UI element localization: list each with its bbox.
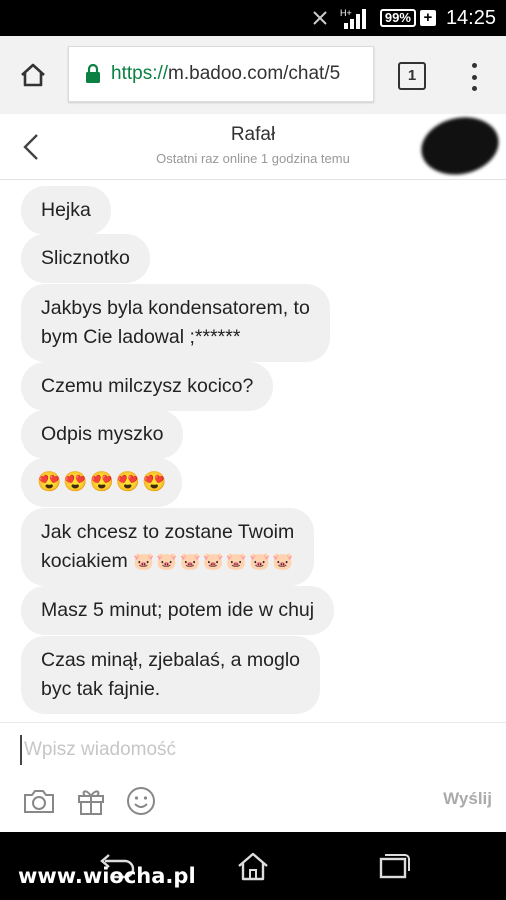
message-text: Czemu milczysz kocico? bbox=[41, 375, 254, 397]
home-button[interactable] bbox=[0, 36, 66, 114]
message-text: Hejka bbox=[41, 199, 91, 221]
menu-dot bbox=[471, 86, 477, 91]
home-icon bbox=[21, 63, 45, 87]
message-bubble: Jak chcesz to zostane Twoim kociakiem 🐷 … bbox=[21, 508, 315, 586]
pig-emoji: 🐷 bbox=[248, 552, 271, 571]
heart-eyes-emoji: 😍 bbox=[89, 471, 114, 493]
message-list[interactable]: Hejka Slicznotko Jakbys byla kondensator… bbox=[0, 180, 506, 722]
send-button[interactable]: Wyślij bbox=[443, 789, 492, 809]
battery-percent: 99% bbox=[379, 9, 416, 27]
signal-icon: H+ bbox=[340, 7, 370, 29]
pig-emoji: 🐷 bbox=[133, 552, 155, 571]
pig-emoji: 🐷 bbox=[202, 552, 224, 571]
message-bubble: Slicznotko bbox=[21, 234, 150, 283]
heart-eyes-emoji: 😍 bbox=[142, 471, 167, 493]
charging-plus-icon: + bbox=[419, 10, 436, 26]
clock: 14:25 bbox=[445, 6, 496, 29]
emoji-button[interactable] bbox=[124, 785, 158, 817]
message-text: Odpis myszko bbox=[41, 423, 164, 445]
gift-button[interactable] bbox=[74, 785, 108, 817]
message-bubble: Czas minął, zjebalaś, a moglo byc tak fa… bbox=[21, 636, 321, 714]
overflow-menu-button[interactable] bbox=[462, 60, 486, 94]
bluetooth-off-icon bbox=[310, 8, 330, 28]
message-text-line: bym Cie ladowal ;****** bbox=[41, 326, 241, 348]
message-bubble: Czemu milczysz kocico? bbox=[21, 362, 274, 411]
message-text-line: Jak chcesz to zostane Twoim bbox=[41, 521, 295, 543]
message-bubble: Hejka bbox=[21, 186, 111, 235]
network-type-label: H+ bbox=[340, 8, 352, 18]
message-text-line: Jakbys byla kondensatorem, to bbox=[41, 297, 310, 319]
camera-icon bbox=[24, 790, 54, 813]
heart-eyes-emoji: 😍 bbox=[37, 471, 62, 493]
message-bubble: Odpis myszko bbox=[21, 410, 184, 459]
pig-emoji: 🐷 bbox=[225, 552, 247, 571]
pig-emoji: 🐷 bbox=[179, 552, 201, 571]
tabs-button[interactable]: 1 bbox=[398, 62, 426, 90]
emoji-row: 😍 😍 😍 😍 😍 bbox=[37, 468, 166, 497]
message-bubble-emoji: 😍 😍 😍 😍 😍 bbox=[21, 458, 183, 507]
recents-nav-icon bbox=[379, 854, 410, 879]
address-bar[interactable]: https://m.badoo.com/chat/5 bbox=[68, 46, 374, 102]
message-text-line: Czas minął, zjebalaś, a moglo bbox=[41, 649, 301, 671]
menu-dot bbox=[471, 74, 477, 80]
menu-dot bbox=[471, 63, 477, 68]
heart-eyes-emoji: 😍 bbox=[63, 471, 88, 493]
nav-recents-button[interactable] bbox=[371, 848, 415, 884]
message-text: Masz 5 minut; potem ide w chuj bbox=[41, 599, 315, 621]
pig-emoji: 🐷 bbox=[156, 552, 178, 571]
watermark: www.wiocha.pl bbox=[18, 864, 196, 888]
nav-home-button[interactable] bbox=[231, 848, 275, 884]
message-bubble: Jakbys byla kondensatorem, to bym Cie la… bbox=[21, 284, 330, 362]
message-text-line: kociakiem bbox=[41, 550, 128, 572]
battery-indicator: 99% + bbox=[379, 9, 436, 27]
message-bubble: Masz 5 minut; potem ide w chuj bbox=[21, 586, 335, 635]
lock-icon bbox=[86, 64, 100, 83]
smiley-icon bbox=[127, 787, 155, 815]
message-input[interactable]: Wpisz wiadomość bbox=[20, 735, 460, 765]
emoji-row: 🐷 🐷 🐷 🐷 🐷 🐷 🐷 bbox=[133, 547, 293, 576]
camera-button[interactable] bbox=[22, 785, 56, 817]
url-scheme: https:// bbox=[111, 63, 169, 84]
message-text: Slicznotko bbox=[41, 247, 130, 269]
composer-area: Wpisz wiadomość Wyślij bbox=[0, 722, 506, 832]
heart-eyes-emoji: 😍 bbox=[115, 471, 141, 493]
browser-toolbar: https://m.badoo.com/chat/5 1 bbox=[0, 36, 506, 114]
gift-icon bbox=[78, 790, 104, 815]
phone-screen: H+ 99% + 14:25 https://m.badoo.com/chat/ bbox=[0, 0, 506, 900]
url-path: m.badoo.com/chat/5 bbox=[168, 63, 341, 84]
pig-emoji: 🐷 bbox=[272, 552, 294, 571]
home-nav-icon bbox=[238, 852, 268, 881]
status-bar: H+ 99% + 14:25 bbox=[0, 0, 506, 36]
message-text-line: byc tak fajnie. bbox=[41, 678, 161, 700]
